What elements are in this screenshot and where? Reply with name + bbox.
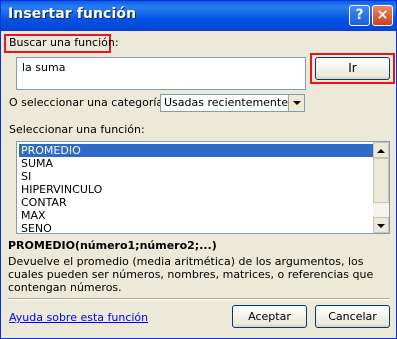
go-button[interactable]: Ir (315, 57, 390, 80)
function-signature: PROMEDIO(número1;número2;...) (8, 239, 217, 252)
list-item[interactable]: HIPERVINCULO (19, 183, 373, 196)
help-button[interactable]: ? (349, 5, 370, 26)
search-label: Buscar una función: (9, 36, 119, 49)
list-scrollbar[interactable] (373, 142, 389, 233)
category-label: O seleccionar una categoría: (9, 96, 167, 109)
insert-function-dialog: Insertar función ? × Buscar una función:… (0, 0, 397, 339)
accept-button-label: Aceptar (248, 310, 291, 323)
category-select[interactable]: Usadas recientemente (160, 94, 305, 112)
scroll-thumb[interactable] (373, 158, 389, 203)
close-button[interactable]: × (372, 5, 393, 26)
cancel-button[interactable]: Cancelar (315, 305, 390, 328)
search-input[interactable]: la suma (16, 57, 306, 90)
chevron-down-icon (377, 224, 385, 228)
window-title: Insertar función (8, 6, 137, 22)
list-item[interactable]: SENO (19, 222, 373, 233)
go-button-label: Ir (348, 61, 357, 75)
help-link[interactable]: Ayuda sobre esta función (9, 311, 148, 324)
chevron-down-icon[interactable] (288, 95, 304, 111)
list-item[interactable]: SUMA (19, 157, 373, 170)
list-item[interactable]: MAX (19, 209, 373, 222)
title-bar[interactable]: Insertar función ? × (1, 1, 396, 31)
cancel-button-label: Cancelar (328, 310, 377, 323)
list-item[interactable]: SI (19, 170, 373, 183)
list-item[interactable]: PROMEDIO (19, 144, 373, 157)
scroll-up-button[interactable] (373, 142, 389, 158)
category-selected: Usadas recientemente (164, 96, 288, 109)
search-input-value: la suma (22, 61, 66, 74)
scroll-down-button[interactable] (373, 217, 389, 233)
chevron-up-icon (377, 149, 385, 153)
accept-button[interactable]: Aceptar (232, 305, 307, 328)
function-description: Devuelve el promedio (media aritmética) … (8, 255, 374, 294)
divider (8, 298, 390, 300)
list-item[interactable]: CONTAR (19, 196, 373, 209)
function-list-label: Seleccionar una función: (9, 123, 145, 136)
function-list[interactable]: PROMEDIO SUMA SI HIPERVINCULO CONTAR MAX… (16, 141, 390, 234)
